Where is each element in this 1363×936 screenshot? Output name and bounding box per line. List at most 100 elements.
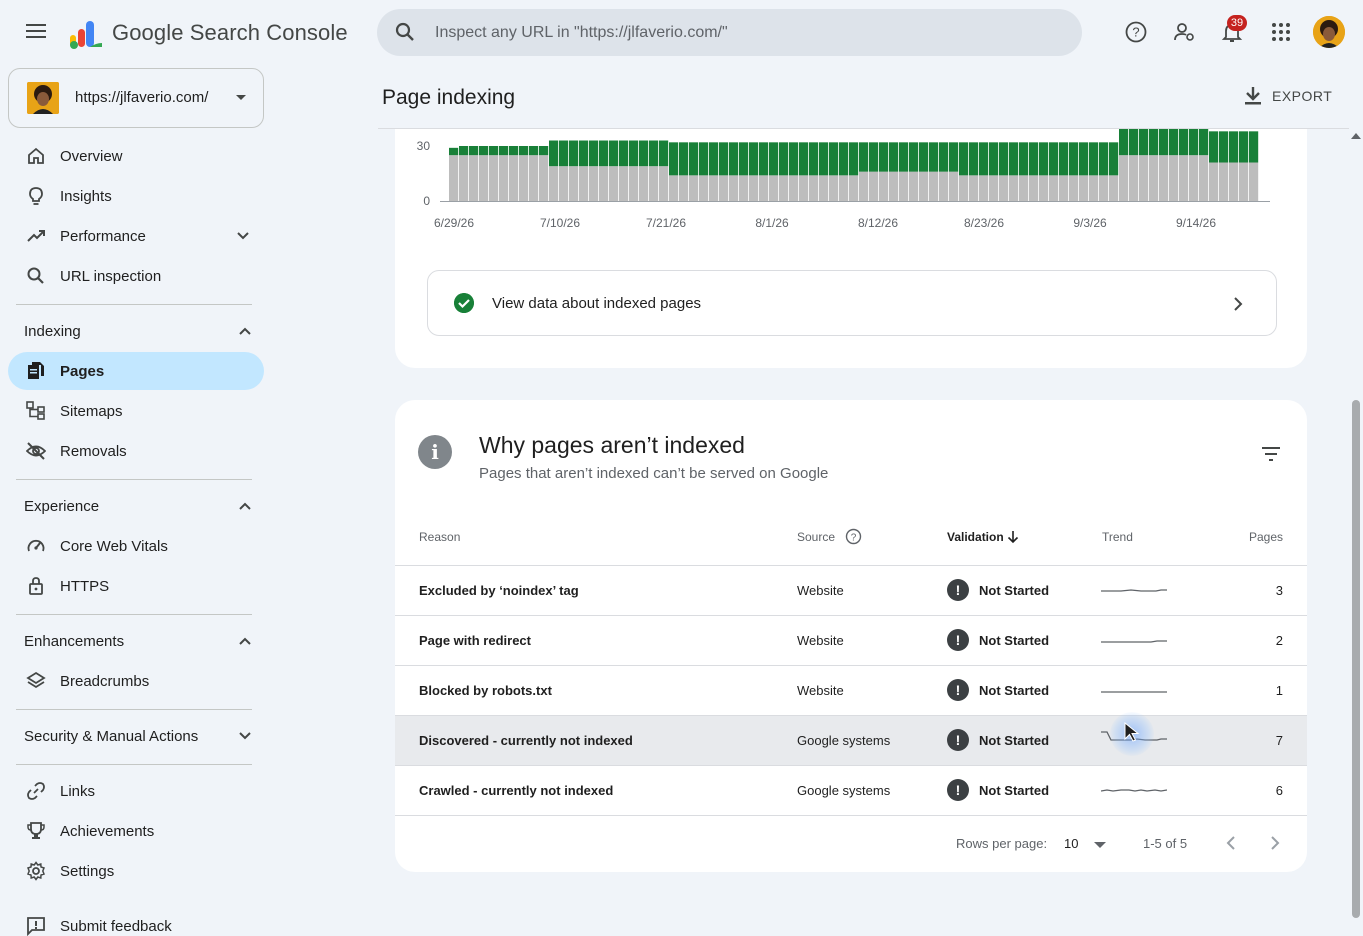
table-row[interactable]: Crawled - currently not indexed Google s… — [395, 765, 1307, 815]
bar-not-indexed — [539, 155, 549, 201]
bar-indexed — [449, 147, 459, 156]
column-pages[interactable]: Pages — [1249, 530, 1283, 544]
nav-core-web-vitals[interactable]: Core Web Vitals — [8, 527, 264, 565]
bar-not-indexed — [1239, 162, 1249, 201]
table-row[interactable]: Discovered - currently not indexed Googl… — [395, 715, 1307, 765]
sidebar-divider — [16, 304, 252, 305]
bar-not-indexed — [569, 166, 579, 201]
bar-not-indexed — [1059, 175, 1069, 201]
bar-indexed — [1069, 142, 1079, 176]
nav-links[interactable]: Links — [8, 772, 264, 810]
section-subtitle: Pages that aren’t indexed can’t be serve… — [479, 465, 829, 482]
bar-not-indexed — [1219, 162, 1229, 201]
row-validation: Not Started — [979, 583, 1050, 598]
nav-submit-feedback[interactable]: Submit feedback — [8, 907, 264, 936]
x-tick-label: 8/12/26 — [858, 216, 898, 230]
visibility-off-icon — [26, 442, 46, 460]
caret-down-icon[interactable] — [1094, 842, 1106, 848]
bar-indexed — [1159, 129, 1169, 156]
row-reason: Discovered - currently not indexed — [419, 733, 633, 748]
chevron-right-icon — [1234, 297, 1243, 311]
bar-not-indexed — [789, 175, 799, 201]
row-validation: Not Started — [979, 633, 1050, 648]
trend-sparkline — [1101, 691, 1167, 693]
bar-indexed — [979, 142, 989, 176]
nav-sitemaps[interactable]: Sitemaps — [8, 392, 264, 430]
bar-not-indexed — [519, 155, 529, 201]
bar-indexed — [599, 140, 609, 167]
bar-not-indexed — [1249, 162, 1259, 201]
bar-not-indexed — [799, 175, 809, 201]
bar-not-indexed — [989, 175, 999, 201]
scroll-up-icon[interactable] — [1351, 133, 1361, 139]
bar-indexed — [609, 140, 619, 167]
bar-not-indexed — [459, 155, 469, 201]
bar-indexed — [579, 140, 589, 167]
nav-https[interactable]: HTTPS — [8, 567, 264, 605]
bar-indexed — [1209, 131, 1219, 163]
section-label: Enhancements — [24, 633, 125, 650]
nav-label: URL inspection — [60, 268, 162, 285]
rows-per-page-select[interactable]: 10 — [1064, 836, 1078, 851]
bar-indexed — [949, 142, 959, 172]
bar-not-indexed — [909, 171, 919, 201]
nav-removals[interactable]: Removals — [8, 432, 264, 470]
bar-not-indexed — [849, 175, 859, 201]
bar-indexed — [899, 142, 909, 172]
column-reason[interactable]: Reason — [419, 530, 460, 544]
nav-label: Achievements — [60, 823, 155, 840]
row-source: Website — [797, 633, 844, 648]
nav-label: Links — [60, 783, 96, 800]
bar-indexed — [969, 142, 979, 176]
help-icon[interactable]: ? — [845, 528, 862, 545]
info-icon: i — [418, 435, 452, 469]
bar-indexed — [929, 142, 939, 172]
column-validation[interactable]: Validation — [947, 530, 1004, 544]
row-validation: Not Started — [979, 733, 1050, 748]
column-source[interactable]: Source — [797, 530, 835, 544]
chevron-right-icon[interactable] — [1268, 835, 1282, 851]
row-pages: 7 — [1275, 733, 1283, 748]
section-enhancements[interactable]: Enhancements — [8, 622, 264, 660]
section-security[interactable]: Security & Manual Actions — [8, 717, 264, 755]
scrollbar-thumb[interactable] — [1352, 400, 1360, 918]
section-indexing[interactable]: Indexing — [8, 312, 264, 350]
bar-indexed — [889, 142, 899, 172]
bar-indexed — [479, 146, 489, 156]
nav-pages[interactable]: Pages — [8, 352, 264, 390]
bar-indexed — [959, 142, 969, 176]
row-reason: Page with redirect — [419, 633, 531, 648]
bar-not-indexed — [589, 166, 599, 201]
table-row[interactable]: Page with redirect Website ! Not Started… — [395, 615, 1307, 665]
bar-not-indexed — [1089, 175, 1099, 201]
page-indexing-chart: 30 0 6/29/26 7/10/26 7/21/26 8/1/26 8/12/26 8/2… — [417, 129, 1270, 230]
row-reason: Crawled - currently not indexed — [419, 783, 614, 798]
trophy-icon — [27, 822, 45, 839]
nav-achievements[interactable]: Achievements — [8, 812, 264, 850]
nav-breadcrumbs[interactable]: Breadcrumbs — [8, 662, 264, 700]
chevron-left-icon[interactable] — [1224, 835, 1238, 851]
bar-not-indexed — [1109, 175, 1119, 201]
bar-indexed — [989, 142, 999, 176]
view-indexed-pages-link[interactable]: View data about indexed pages — [427, 270, 1277, 336]
bar-not-indexed — [1009, 175, 1019, 201]
bar-not-indexed — [609, 166, 619, 201]
nav-url-inspection[interactable]: URL inspection — [8, 257, 264, 295]
bar-indexed — [539, 146, 549, 156]
bar-indexed — [749, 142, 759, 176]
table-row[interactable]: Blocked by robots.txt Website ! Not Star… — [395, 665, 1307, 715]
bar-not-indexed — [829, 175, 839, 201]
bar-indexed — [659, 140, 669, 167]
bar-indexed — [839, 142, 849, 176]
bar-indexed — [459, 146, 469, 156]
nav-settings[interactable]: Settings — [8, 852, 264, 890]
gear-icon — [27, 861, 45, 881]
bar-not-indexed — [709, 175, 719, 201]
bar-indexed — [759, 142, 769, 176]
filter-icon[interactable] — [1261, 446, 1281, 462]
table-row[interactable]: Excluded by ‘noindex’ tag Website ! Not … — [395, 565, 1307, 615]
bar-not-indexed — [749, 175, 759, 201]
bar-indexed — [879, 142, 889, 172]
bar-indexed — [1119, 129, 1129, 156]
section-experience[interactable]: Experience — [8, 487, 264, 525]
